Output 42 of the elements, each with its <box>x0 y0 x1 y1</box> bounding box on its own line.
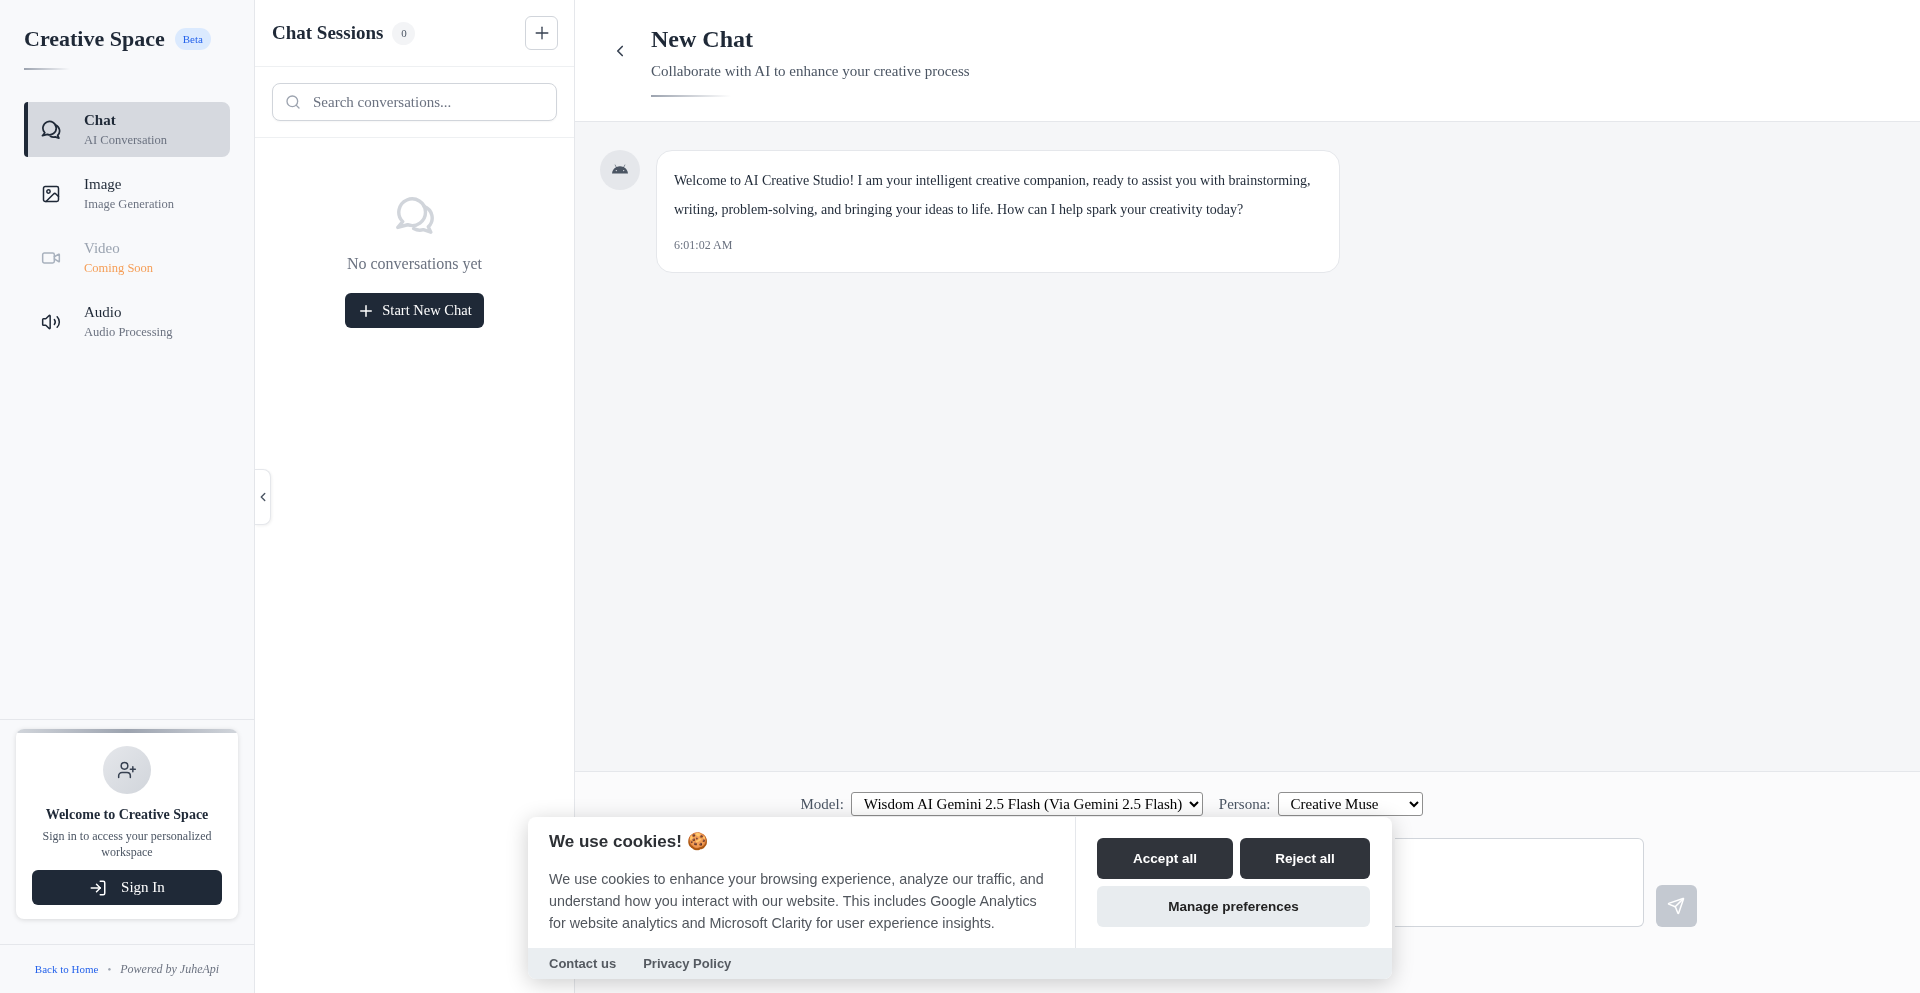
send-icon <box>1667 897 1685 915</box>
sidebar-nav-item[interactable]: Audio Audio Processing <box>24 294 230 349</box>
chat-subtitle: Collaborate with AI to enhance your creative process <box>651 62 970 81</box>
chat-bubbles-icon <box>394 196 435 236</box>
model-label: Model: <box>800 795 844 813</box>
user-plus-icon <box>103 746 151 794</box>
sidebar-nav-item[interactable]: Image Image Generation <box>24 166 230 221</box>
search-icon <box>285 94 301 110</box>
cookie-text: We use cookies to enhance your browsing experience, analyze our traffic, and understand how you interact with our website. This includes Google Analytics for website analytics and Microsoft Clarity for user experience insights. <box>549 870 1045 933</box>
footer-link[interactable]: Privacy Policy <box>643 956 732 971</box>
new-session-button[interactable] <box>525 16 558 50</box>
model-select[interactable]: Wisdom AI Gemini 2.5 Flash (Via Gemini 2.5 Flash) <box>850 792 1203 816</box>
persona-label: Persona: <box>1218 795 1271 813</box>
cookie-title: We use cookies! 🍪 <box>549 831 709 853</box>
preferences-button[interactable]: Manage preferences <box>1097 886 1370 927</box>
image-icon <box>41 183 61 204</box>
chat-bubbles-icon <box>41 119 61 140</box>
collapse-tab[interactable] <box>255 469 271 525</box>
beta-badge: Beta <box>174 28 211 50</box>
sessions-title: Chat Sessions <box>272 21 384 45</box>
message-text: Welcome to AI Creative Studio! I am your intelligent creative companion, ready to assist you with brainstorming, writing, problem-solving, and bringing your ideas to life. How can I help spark your creativity today? <box>674 172 1312 219</box>
message-time: 6:01:02 AM <box>674 237 734 253</box>
sign-in-button[interactable]: Sign In <box>32 870 222 905</box>
empty-message: No conversations yet <box>346 254 483 274</box>
brand-title: Creative Space <box>24 26 165 52</box>
sign-in-title: Welcome to Creative Space <box>45 806 209 823</box>
accept-button[interactable]: Accept all <box>1097 838 1233 879</box>
login-icon <box>89 878 108 897</box>
powered-by-text: Powered by JuheApi <box>120 961 220 977</box>
separator-dot: • <box>107 963 112 975</box>
chat-title: New Chat <box>651 25 754 53</box>
send-button[interactable] <box>1655 885 1697 927</box>
reject-button[interactable]: Reject all <box>1240 838 1370 879</box>
persona-select[interactable]: Creative Muse <box>1277 792 1423 816</box>
session-count: 0 <box>392 21 416 45</box>
start-chat-button[interactable]: Start New Chat <box>345 293 484 328</box>
sign-in-text: Sign in to access your personalized workspace <box>41 828 213 860</box>
message-input[interactable] <box>1394 838 1644 927</box>
sidebar-nav-item[interactable]: Chat AI Conversation <box>24 102 230 157</box>
back-home-link[interactable]: Back to Home <box>34 963 99 975</box>
search-field[interactable]: Search conversations... <box>272 83 557 121</box>
footer-link[interactable]: Contact us <box>549 956 617 971</box>
